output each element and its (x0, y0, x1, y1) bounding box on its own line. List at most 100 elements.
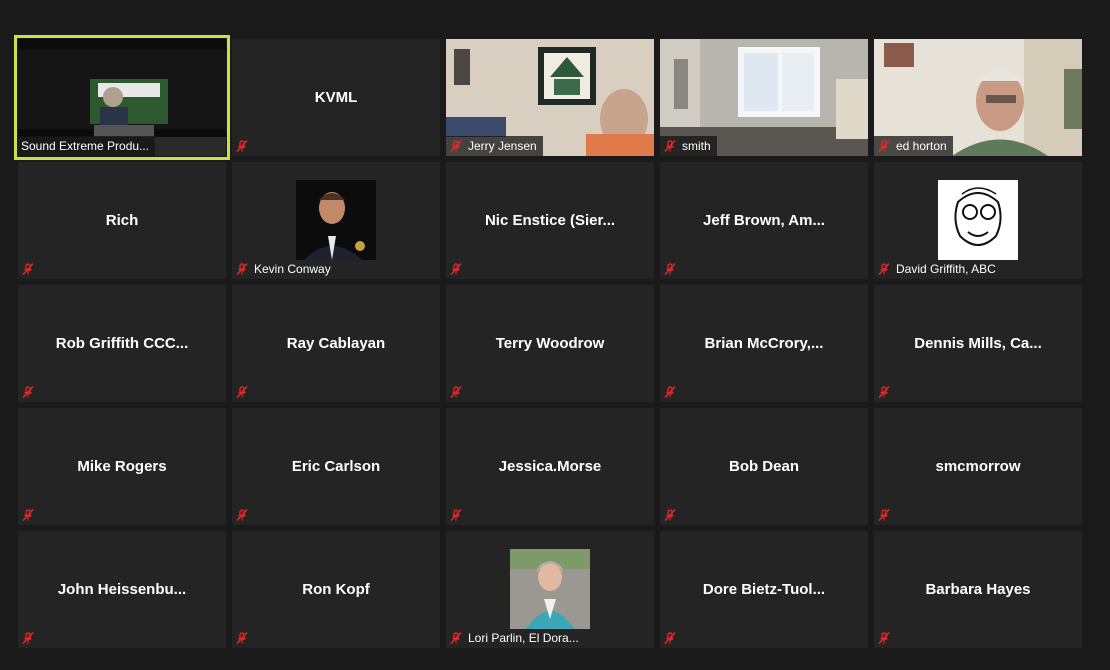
participant-label (232, 628, 255, 648)
participant-tile[interactable]: smith (660, 39, 868, 156)
participant-name: KVML (314, 89, 358, 106)
participant-tile[interactable]: Dennis Mills, Ca... (874, 285, 1082, 402)
participant-label (874, 628, 897, 648)
microphone-muted-icon (22, 385, 34, 399)
participant-label: David Griffith, ABC (874, 259, 1002, 279)
participant-label (446, 505, 469, 525)
participant-name: Dennis Mills, Ca... (914, 335, 1042, 352)
microphone-muted-icon (664, 139, 676, 153)
participant-tile[interactable]: Jeff Brown, Am... (660, 162, 868, 279)
microphone-muted-icon (878, 262, 890, 276)
microphone-muted-icon (236, 139, 248, 153)
participant-name: Sound Extreme Produ... (21, 139, 150, 153)
participant-tile[interactable]: Terry Woodrow (446, 285, 654, 402)
participant-tile[interactable]: KVML (232, 39, 440, 156)
participant-name: smith (682, 139, 711, 153)
participant-tile[interactable]: Lori Parlin, El Dora... (446, 531, 654, 648)
participant-label: ed horton (874, 136, 953, 156)
participant-label (232, 382, 255, 402)
participant-name: Jeff Brown, Am... (703, 212, 825, 229)
participant-label: Jerry Jensen (446, 136, 543, 156)
participant-tile[interactable]: Dore Bietz-Tuol... (660, 531, 868, 648)
participant-label (446, 382, 469, 402)
participant-name: Ron Kopf (302, 581, 370, 598)
participant-label: Kevin Conway (232, 259, 337, 279)
participant-name: David Griffith, ABC (896, 262, 996, 276)
participant-label (446, 259, 469, 279)
participant-name: Lori Parlin, El Dora... (468, 631, 579, 645)
participant-tile[interactable]: Ron Kopf (232, 531, 440, 648)
microphone-muted-icon (236, 631, 248, 645)
participant-tile[interactable]: Nic Enstice (Sier... (446, 162, 654, 279)
participant-name: Rich (105, 212, 139, 229)
participant-tile[interactable]: Jessica.Morse (446, 408, 654, 525)
participant-label (660, 382, 683, 402)
participant-tile[interactable]: Bob Dean (660, 408, 868, 525)
microphone-muted-icon (22, 508, 34, 522)
participant-name: Barbara Hayes (925, 581, 1031, 598)
participant-label: smith (660, 136, 717, 156)
microphone-muted-icon (450, 631, 462, 645)
participant-name: Dore Bietz-Tuol... (702, 581, 826, 598)
microphone-muted-icon (236, 385, 248, 399)
participant-grid: Sound Extreme Produ... KVML Jerry Jensen (14, 35, 1082, 648)
microphone-muted-icon (878, 385, 890, 399)
participant-name: Terry Woodrow (495, 335, 605, 352)
participant-label (18, 259, 41, 279)
participant-label (232, 505, 255, 525)
participant-label (660, 628, 683, 648)
participant-label: Sound Extreme Produ... (18, 136, 156, 156)
participant-label (18, 382, 41, 402)
participant-label (18, 505, 41, 525)
participant-tile[interactable]: Eric Carlson (232, 408, 440, 525)
participant-label (874, 382, 897, 402)
participant-tile[interactable]: Kevin Conway (232, 162, 440, 279)
participant-name: Mike Rogers (77, 458, 167, 475)
participant-name: Kevin Conway (254, 262, 331, 276)
participant-label: Lori Parlin, El Dora... (446, 628, 585, 648)
microphone-muted-icon (450, 508, 462, 522)
participant-tile[interactable]: smcmorrow (874, 408, 1082, 525)
profile-photo (510, 549, 590, 629)
participant-name: John Heissenbu... (57, 581, 187, 598)
participant-name: Brian McCrory,... (704, 335, 824, 352)
participant-tile[interactable]: Ray Cablayan (232, 285, 440, 402)
participant-name: Bob Dean (728, 458, 799, 475)
profile-photo (938, 180, 1018, 260)
participant-tile[interactable]: Mike Rogers (18, 408, 226, 525)
participant-name: Jerry Jensen (468, 139, 537, 153)
participant-tile[interactable]: ed horton (874, 39, 1082, 156)
participant-name: Ray Cablayan (286, 335, 386, 352)
participant-tile[interactable]: Brian McCrory,... (660, 285, 868, 402)
profile-photo (296, 180, 376, 260)
microphone-muted-icon (450, 262, 462, 276)
participant-label (232, 136, 255, 156)
microphone-muted-icon (878, 508, 890, 522)
microphone-muted-icon (450, 139, 462, 153)
participant-name: smcmorrow (935, 458, 1021, 475)
microphone-muted-icon (878, 139, 890, 153)
microphone-muted-icon (664, 508, 676, 522)
participant-tile[interactable]: Sound Extreme Produ... (14, 35, 230, 160)
participant-name: Rob Griffith CCC... (55, 335, 189, 352)
microphone-muted-icon (664, 262, 676, 276)
participant-label (18, 628, 41, 648)
microphone-muted-icon (22, 631, 34, 645)
microphone-muted-icon (450, 385, 462, 399)
microphone-muted-icon (664, 385, 676, 399)
participant-tile[interactable]: Jerry Jensen (446, 39, 654, 156)
microphone-muted-icon (664, 631, 676, 645)
participant-tile[interactable]: David Griffith, ABC (874, 162, 1082, 279)
participant-tile[interactable]: Barbara Hayes (874, 531, 1082, 648)
participant-tile[interactable]: John Heissenbu... (18, 531, 226, 648)
participant-name: ed horton (896, 139, 947, 153)
participant-name: Jessica.Morse (498, 458, 602, 475)
participant-label (660, 259, 683, 279)
participant-tile[interactable]: Rob Griffith CCC... (18, 285, 226, 402)
participant-name: Nic Enstice (Sier... (484, 212, 616, 229)
microphone-muted-icon (236, 262, 248, 276)
participant-tile[interactable]: Rich (18, 162, 226, 279)
participant-label (660, 505, 683, 525)
microphone-muted-icon (236, 508, 248, 522)
microphone-muted-icon (22, 262, 34, 276)
